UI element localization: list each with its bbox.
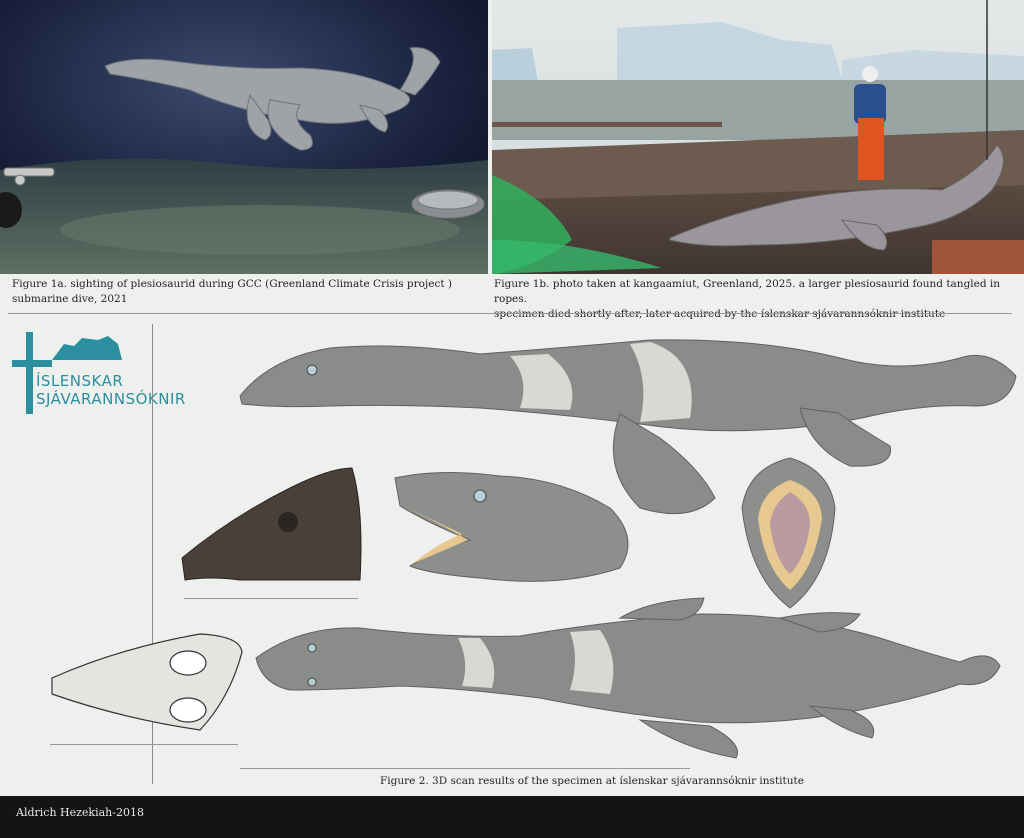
figure-1a-caption-line2: submarine dive, 2021 [12,292,482,307]
skull-drawing-top-view [52,634,242,730]
footer-bar: Aldrich Hezekiah-2018 [0,796,1024,838]
figure-1a-caption-line1: Figure 1a. sighting of plesiosaurid duri… [12,277,482,292]
section-divider [8,313,1012,314]
figure-1a-photo [0,0,488,274]
specimen-head-open-mouth [395,472,628,581]
figure-1b-caption-line1: Figure 1b. photo taken at kangaamiut, Gr… [494,277,1020,307]
figure-2-caption: Figure 2. 3D scan results of the specime… [380,774,980,789]
figure-1b-photo [492,0,1024,274]
specimen-dorsal-view [256,598,1000,758]
footer-credit: Aldrich Hezekiah-2018 [16,806,144,819]
figure-2-illustrations [0,318,1024,788]
skull-fossil [182,468,361,580]
specimen-head-front-view [742,458,835,608]
